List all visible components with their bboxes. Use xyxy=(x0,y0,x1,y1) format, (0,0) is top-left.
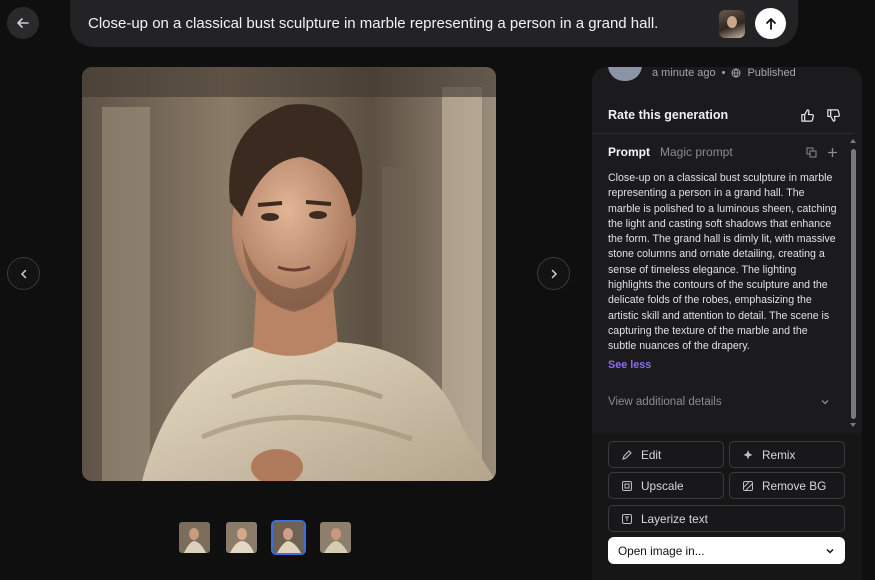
post-meta: a minute ago • Published xyxy=(652,67,796,79)
chevron-down-icon xyxy=(826,548,834,554)
remove-bg-icon xyxy=(743,480,753,491)
remix-label: Remix xyxy=(762,447,796,462)
details-label: View additional details xyxy=(608,396,722,408)
tab-magic-prompt[interactable]: Magic prompt xyxy=(660,145,733,159)
globe-icon xyxy=(731,68,741,78)
scrollbar[interactable] xyxy=(851,149,856,419)
reference-image-thumbnail[interactable] xyxy=(719,9,745,38)
chevron-right-icon xyxy=(551,269,557,278)
status-badge: Published xyxy=(747,67,796,79)
thumbnail-2[interactable] xyxy=(224,520,259,555)
open-image-in-dropdown[interactable]: Open image in... xyxy=(608,537,845,564)
remove-bg-button[interactable]: Remove BG xyxy=(729,472,845,499)
see-less-link[interactable]: See less xyxy=(608,359,651,371)
remix-button[interactable]: Remix xyxy=(729,441,845,468)
prompt-bar[interactable]: Close-up on a classical bust sculpture i… xyxy=(70,0,798,47)
thumbnail-1[interactable] xyxy=(177,520,212,555)
tab-prompt[interactable]: Prompt xyxy=(608,145,650,159)
separator-dot: • xyxy=(721,67,726,79)
edit-label: Edit xyxy=(641,447,662,462)
open-image-label: Open image in... xyxy=(618,543,705,558)
thumbs-down-button[interactable] xyxy=(820,104,846,126)
thumbs-down-icon xyxy=(826,108,840,122)
generated-image[interactable] xyxy=(82,67,496,481)
avatar[interactable] xyxy=(608,67,642,81)
divider xyxy=(592,133,854,134)
details-panel: a minute ago • Published Rate this gener… xyxy=(592,67,862,580)
layerize-text-button[interactable]: Layerize text xyxy=(608,505,845,532)
edit-button[interactable]: Edit xyxy=(608,441,724,468)
rate-row: Rate this generation xyxy=(608,104,846,126)
thumbs-up-icon xyxy=(800,108,814,122)
sparkle-icon xyxy=(743,449,753,459)
author-row: a minute ago • Published xyxy=(592,67,862,87)
upscale-button[interactable]: Upscale xyxy=(608,472,724,499)
arrow-up-icon xyxy=(765,17,776,30)
arrow-left-icon xyxy=(17,18,29,28)
edit-icon xyxy=(622,449,632,460)
back-button[interactable] xyxy=(7,7,39,39)
upscale-label: Upscale xyxy=(641,478,684,493)
copy-icon[interactable] xyxy=(806,147,817,158)
timestamp: a minute ago xyxy=(652,67,716,79)
prompt-tabs: Prompt Magic prompt xyxy=(608,145,838,159)
thumbnail-3[interactable] xyxy=(271,520,306,555)
thumbnail-strip xyxy=(177,520,353,555)
previous-image-button[interactable] xyxy=(7,257,40,290)
chevron-down-icon xyxy=(821,400,829,405)
rate-label: Rate this generation xyxy=(608,108,729,122)
thumbs-up-button[interactable] xyxy=(794,104,820,126)
remove-bg-label: Remove BG xyxy=(762,478,827,493)
plus-icon[interactable] xyxy=(827,147,838,158)
chevron-left-icon xyxy=(20,269,26,278)
scroll-up-arrow[interactable] xyxy=(850,139,856,143)
next-image-button[interactable] xyxy=(537,257,570,290)
layerize-icon xyxy=(622,513,632,524)
submit-button[interactable] xyxy=(755,8,786,39)
view-additional-details[interactable]: View additional details xyxy=(608,396,830,408)
scroll-down-arrow[interactable] xyxy=(850,423,856,427)
thumbnail-4[interactable] xyxy=(318,520,353,555)
prompt-text: Close-up on a classical bust sculpture i… xyxy=(608,172,837,353)
upscale-icon xyxy=(622,480,632,491)
prompt-input[interactable]: Close-up on a classical bust sculpture i… xyxy=(88,15,719,32)
layerize-label: Layerize text xyxy=(641,511,708,526)
